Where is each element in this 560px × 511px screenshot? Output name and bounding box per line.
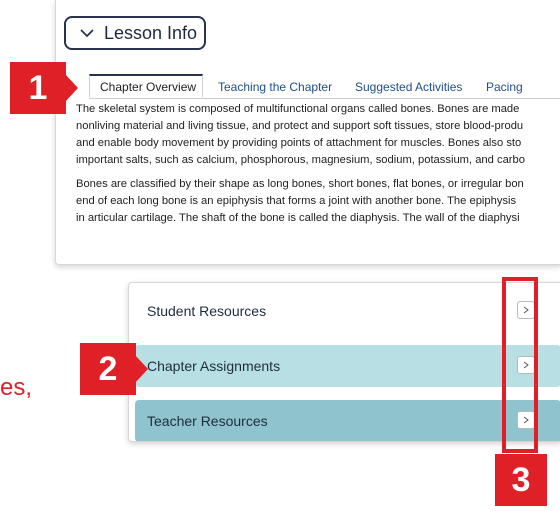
overview-paragraph-2: Bones are classified by their shape as l… [76,176,560,227]
tab-label: Chapter Overview [100,79,197,94]
lesson-tabs: Chapter Overview Teaching the Chapter Su… [89,74,560,99]
tab-label: Suggested Activities [355,80,463,94]
marker-number: 2 [98,349,118,388]
chevron-down-icon [80,29,94,38]
row-label: Student Resources [147,303,267,319]
tab-chapter-overview[interactable]: Chapter Overview [89,74,203,97]
tab-label: Pacing [486,80,523,94]
lesson-info-button[interactable]: Lesson Info [64,16,206,50]
resources-panel: Student Resources Chapter Assignments Te… [128,282,560,442]
marker-2-pointer [134,354,148,384]
row-label: Chapter Assignments [147,358,281,374]
tab-pacing[interactable]: Pacing [486,76,523,98]
student-resources-row[interactable]: Student Resources [135,290,560,332]
text-line: end of each long bone is an epiphysis th… [76,195,517,207]
teacher-resources-row[interactable]: Teacher Resources [135,400,560,441]
tab-teaching-the-chapter[interactable]: Teaching the Chapter [218,76,332,98]
overview-paragraph-1: The skeletal system is composed of multi… [76,101,560,169]
marker-number: 3 [511,460,531,499]
text-line: nonliving material and living tissue, an… [76,120,524,132]
callout-marker-1: 1 [10,62,66,114]
text-line: Bones are classified by their shape as l… [76,178,524,190]
callout-outline-3 [502,277,538,453]
side-clipped-text: es, [0,374,33,401]
chapter-assignments-row[interactable]: Chapter Assignments [135,345,560,387]
callout-marker-2: 2 [80,343,136,395]
text-line: important salts, such as calcium, phosph… [76,154,525,166]
text-line: in articular cartilage. The shaft of the… [76,212,520,224]
marker-number: 1 [28,68,48,107]
text-line: and enable body movement by providing po… [76,137,522,149]
marker-1-pointer [64,73,78,103]
tab-suggested-activities[interactable]: Suggested Activities [355,76,462,98]
tab-label: Teaching the Chapter [218,80,333,94]
lesson-info-panel: Lesson Info Chapter Overview Teaching th… [55,0,560,265]
callout-marker-3: 3 [495,454,547,506]
lesson-info-label: Lesson Info [104,22,198,43]
row-label: Teacher Resources [147,413,268,429]
text-line: The skeletal system is composed of multi… [76,103,520,115]
chapter-overview-content: The skeletal system is composed of multi… [76,101,560,234]
